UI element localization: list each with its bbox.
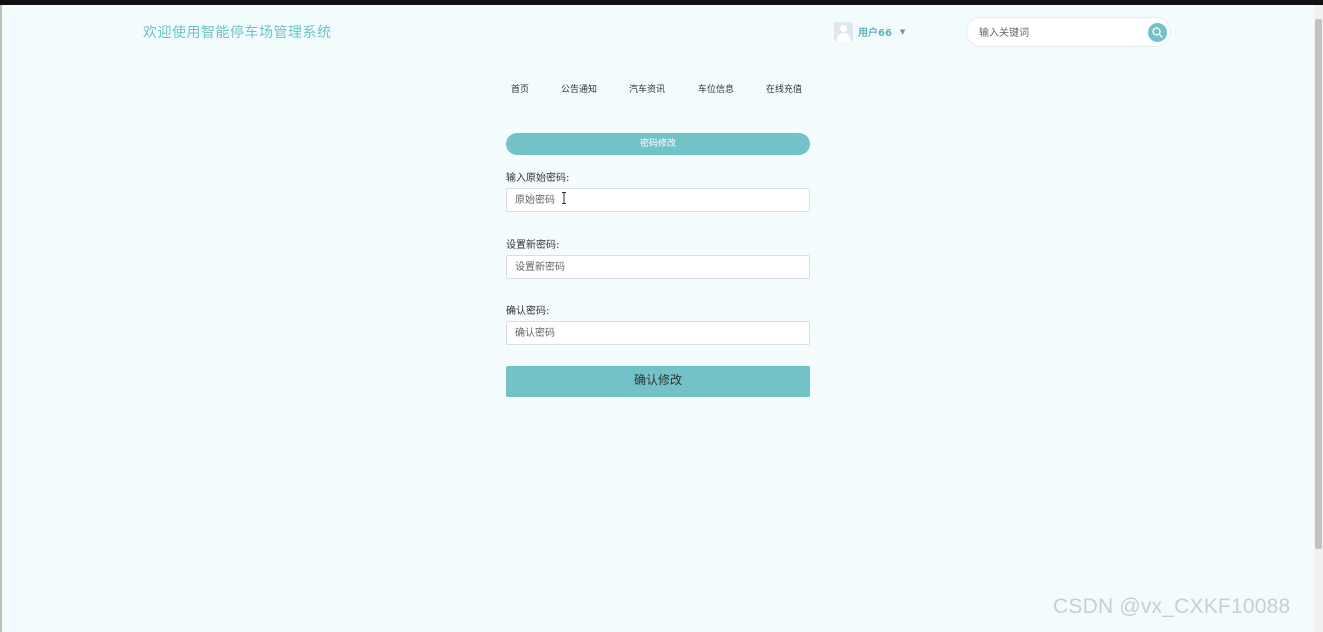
nav-item-recharge[interactable]: 在线充值 [766, 82, 802, 95]
search-box [966, 17, 1171, 47]
user-avatar-icon[interactable] [834, 22, 853, 41]
nav-item-parking-info[interactable]: 车位信息 [698, 82, 734, 95]
username[interactable]: 用户66 [858, 24, 892, 39]
scrollbar[interactable] [1314, 5, 1323, 632]
search-icon [1152, 27, 1163, 38]
confirm-password-label: 确认密码: [506, 306, 550, 317]
watermark: CSDN @vx_CXKF10088 [1053, 595, 1291, 618]
window-top-bar [0, 0, 1323, 5]
original-password-field[interactable] [506, 188, 810, 212]
new-password-field[interactable] [506, 255, 810, 279]
confirm-password-field[interactable] [506, 321, 810, 345]
nav-item-car-news[interactable]: 汽车资讯 [629, 82, 665, 95]
site-title: 欢迎使用智能停车场管理系统 [143, 25, 332, 41]
nav-item-home[interactable]: 首页 [511, 82, 529, 95]
window-left-edge [0, 5, 2, 632]
text-cursor-icon [562, 192, 566, 204]
search-input[interactable] [977, 24, 1141, 42]
original-password-label: 输入原始密码: [506, 173, 570, 184]
new-password-label: 设置新密码: [506, 240, 560, 251]
search-button[interactable] [1148, 23, 1167, 42]
scrollbar-thumb[interactable] [1315, 19, 1322, 549]
user-menu[interactable]: 用户66 ▼ [834, 22, 905, 41]
form-title: 密码修改 [506, 133, 810, 155]
confirm-change-button[interactable]: 确认修改 [506, 366, 810, 397]
nav-item-announcements[interactable]: 公告通知 [561, 82, 597, 95]
caret-down-icon[interactable]: ▼ [900, 28, 905, 36]
